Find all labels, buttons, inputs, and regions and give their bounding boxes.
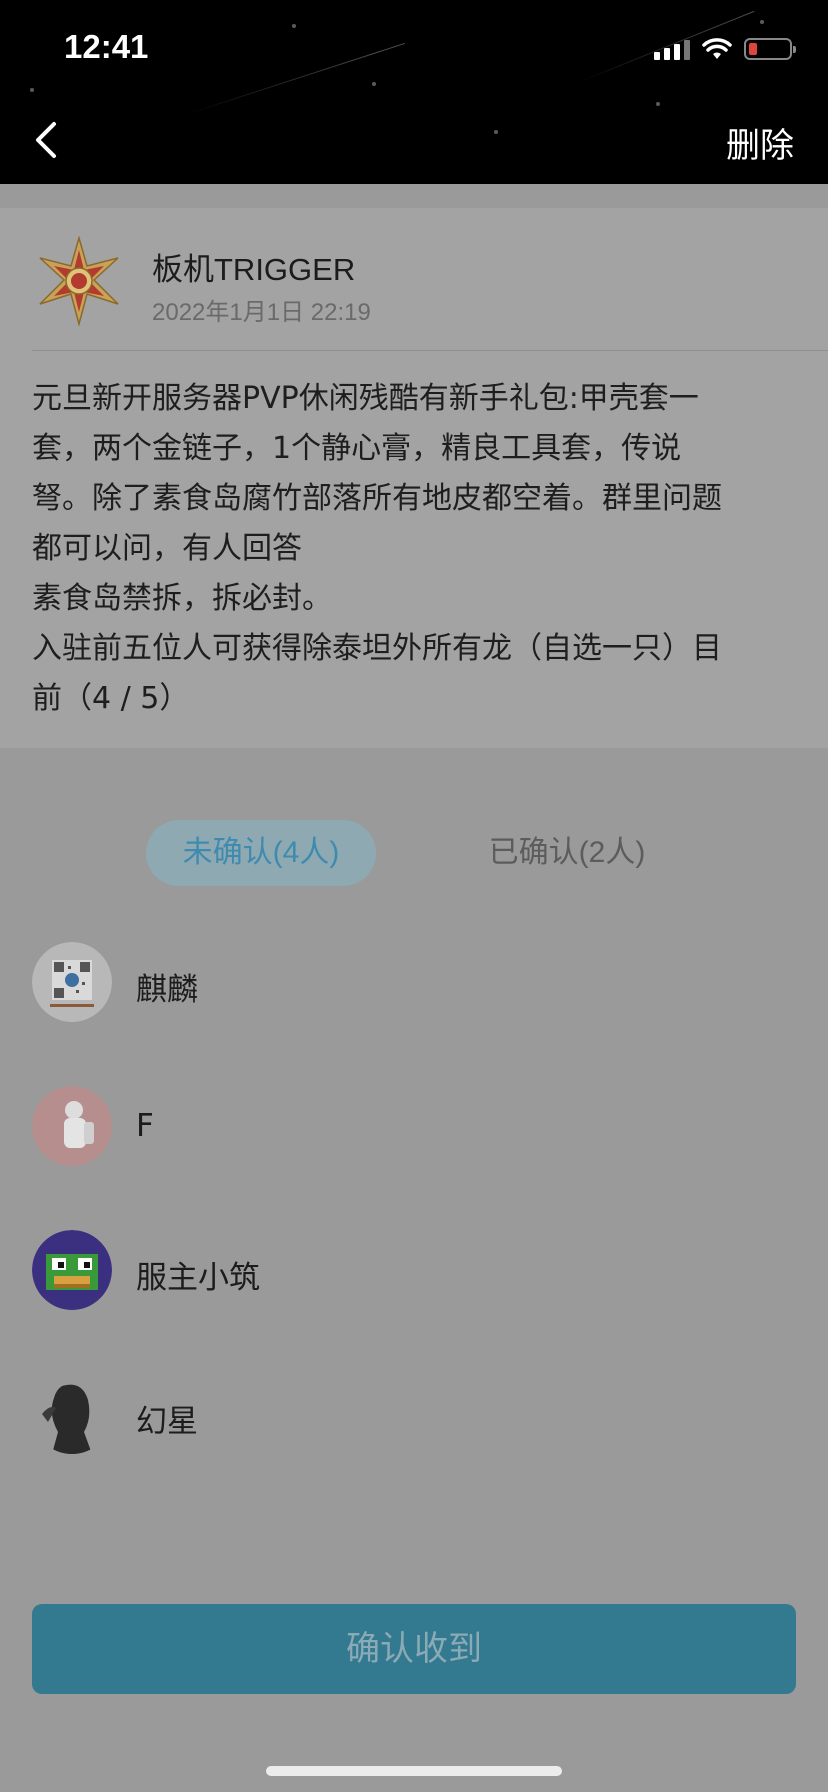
battery-icon (744, 38, 796, 60)
background-streak (185, 42, 405, 115)
list-item[interactable]: 服主小筑 (0, 1220, 828, 1320)
post-line: 弩。除了素食岛腐竹部落所有地皮都空着。群里问题 (32, 481, 722, 516)
divider (32, 350, 828, 351)
post-line: 前（4 / 5） (32, 681, 190, 716)
member-name: 麒麟 (136, 972, 198, 1008)
background-star (494, 130, 498, 134)
cellular-signal-icon (654, 38, 690, 60)
background-star (656, 102, 660, 106)
post-body: 元旦新开服务器PVP休闲残酷有新手礼包:甲壳套一 套，两个金链子，1个静心膏，精… (32, 374, 796, 724)
background-star (760, 20, 764, 24)
tab-unconfirmed[interactable]: 未确认(4人) (146, 820, 376, 886)
status-icons (654, 34, 796, 64)
list-item[interactable]: 幻星 (0, 1364, 828, 1464)
post-line: 都可以问，有人回答 (32, 531, 302, 566)
wifi-icon (702, 38, 732, 59)
pixel-duck-avatar-icon (32, 1230, 112, 1310)
post-line: 元旦新开服务器PVP休闲残酷有新手礼包:甲壳套一 (32, 381, 699, 416)
member-name: F (136, 1108, 154, 1144)
post-line: 素食岛禁拆，拆必封。 (32, 581, 332, 616)
background-star (30, 88, 34, 92)
delete-button[interactable]: 删除 (726, 118, 794, 167)
status-time: 12:41 (64, 28, 149, 65)
confirm-received-button[interactable]: 确认收到 (32, 1604, 796, 1694)
post-line: 套，两个金链子，1个静心膏，精良工具套，传说 (32, 431, 682, 466)
home-indicator[interactable] (266, 1766, 562, 1776)
list-item[interactable]: 麒麟 (0, 932, 828, 1032)
astronaut-avatar-icon (32, 1086, 112, 1166)
background-star (292, 24, 296, 28)
medal-star-avatar (39, 236, 119, 326)
list-item[interactable]: F (0, 1076, 828, 1176)
silhouette-avatar-icon (32, 1374, 112, 1454)
member-name: 幻星 (136, 1404, 198, 1440)
post-date: 2022年1月1日 22:19 (152, 299, 371, 326)
author-name[interactable]: 板机TRIGGER (152, 244, 355, 289)
background-star (372, 82, 376, 86)
post-line: 入驻前五位人可获得除泰坦外所有龙（自选一只）目 (32, 631, 722, 666)
top-header: 12:41 删除 (0, 0, 828, 184)
qr-code-avatar-icon (32, 942, 112, 1022)
tab-confirmed[interactable]: 已确认(2人) (462, 820, 672, 886)
member-name: 服主小筑 (136, 1260, 260, 1296)
confirm-status-tabs: 未确认(4人) 已确认(2人) (0, 820, 828, 886)
back-chevron-icon[interactable] (28, 118, 64, 162)
post-card: 板机TRIGGER 2022年1月1日 22:19 元旦新开服务器PVP休闲残酷… (0, 208, 828, 748)
